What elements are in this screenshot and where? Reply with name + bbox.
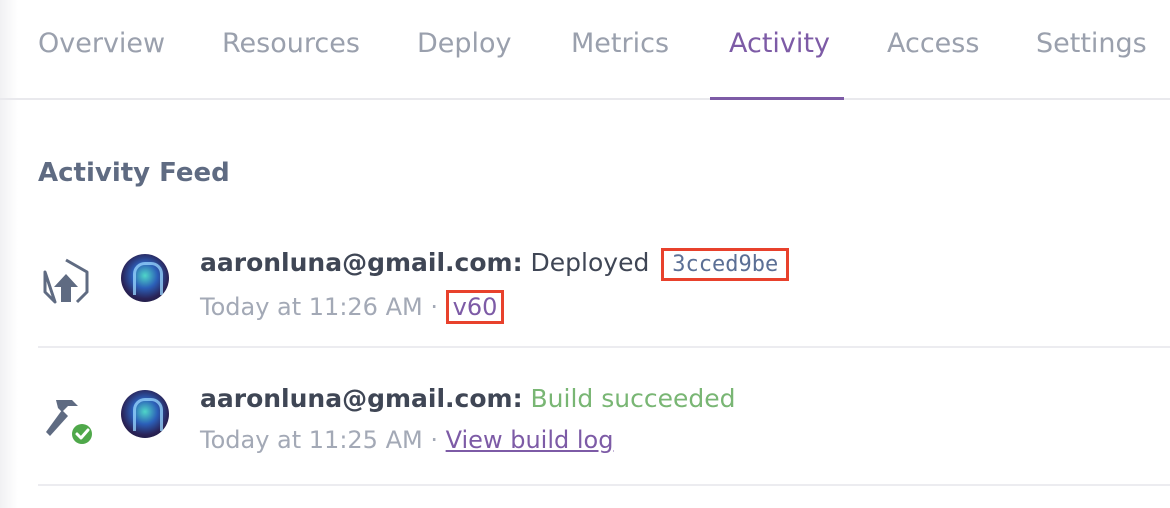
build-hammer-icon — [46, 400, 92, 444]
user-email: aaronluna@gmail.com: — [200, 384, 523, 413]
tab-settings[interactable]: Settings — [1036, 28, 1147, 68]
feed-item-meta: Today at 11:26 AM · v60 — [200, 290, 505, 324]
active-tab-indicator — [710, 97, 844, 100]
success-check-badge — [72, 424, 92, 444]
tab-deploy[interactable]: Deploy — [417, 28, 512, 68]
separator-dot: · — [430, 426, 438, 454]
feed-divider — [38, 346, 1170, 348]
deploy-upload-icon — [43, 258, 89, 304]
commit-hash[interactable]: 3cced9be — [661, 248, 790, 281]
user-email: aaronluna@gmail.com: — [200, 248, 523, 277]
avatar — [121, 390, 169, 438]
feed-item-headline: aaronluna@gmail.com: Deployed 3cced9be — [200, 248, 790, 281]
feed-divider — [38, 484, 1170, 486]
tab-activity[interactable]: Activity — [729, 28, 830, 68]
build-status-text: Build succeeded — [530, 384, 736, 413]
activity-feed-title: Activity Feed — [38, 158, 230, 188]
feed-item-meta: Today at 11:25 AM · View build log — [200, 426, 613, 454]
separator-dot: · — [430, 293, 438, 321]
avatar — [121, 254, 169, 302]
action-text: Deployed — [530, 248, 650, 277]
tab-resources[interactable]: Resources — [222, 28, 360, 68]
timestamp: Today at 11:25 AM — [200, 426, 423, 454]
release-version[interactable]: v60 — [445, 290, 505, 324]
app-tab-bar: Overview Resources Deploy Metrics Activi… — [0, 0, 1170, 100]
tab-metrics[interactable]: Metrics — [571, 28, 669, 68]
view-build-log-link[interactable]: View build log — [446, 426, 614, 454]
tab-overview[interactable]: Overview — [38, 28, 165, 68]
feed-item-headline: aaronluna@gmail.com: Build succeeded — [200, 384, 735, 413]
tab-access[interactable]: Access — [887, 28, 979, 68]
timestamp: Today at 11:26 AM — [200, 293, 423, 321]
